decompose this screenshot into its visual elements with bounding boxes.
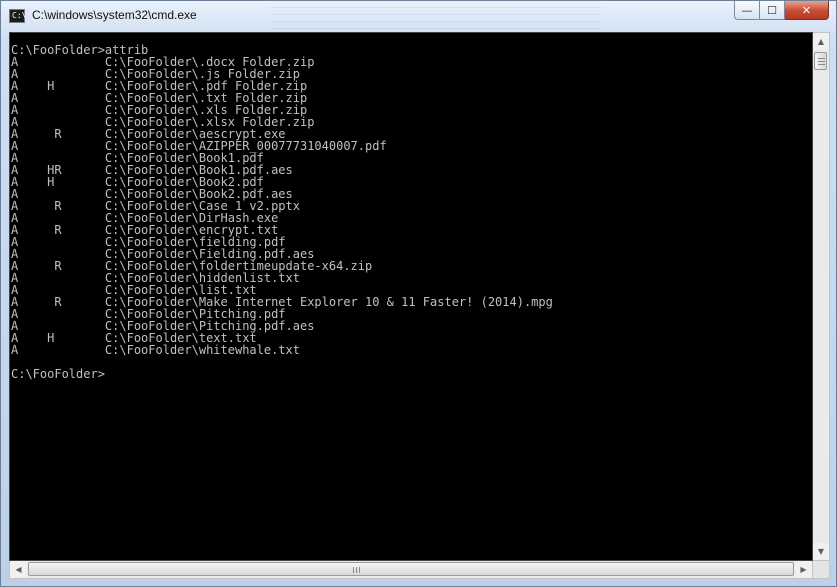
- vertical-scrollbar[interactable]: ▲ ▼: [813, 32, 830, 561]
- grip-line: [818, 61, 825, 62]
- arrow-left-icon: ◀: [15, 565, 22, 574]
- grip-icon: [353, 567, 361, 573]
- console-line: C:\FooFolder>: [11, 367, 105, 381]
- console-lines: C:\FooFolder>attrib A C:\FooFolder\.docx …: [11, 44, 553, 380]
- grip-line: [818, 58, 825, 59]
- cmd-icon[interactable]: C:\: [9, 9, 26, 23]
- horizontal-scrollbar[interactable]: ◀ ▶: [9, 561, 813, 579]
- caption-buttons: — ☐ ✕: [734, 1, 829, 21]
- minimize-icon: —: [741, 3, 753, 17]
- title-bar[interactable]: C:\ C:\windows\system32\cmd.exe — ☐ ✕: [1, 1, 836, 32]
- scroll-left-button[interactable]: ◀: [10, 561, 27, 578]
- grip-line: [818, 64, 825, 65]
- arrow-up-icon: ▲: [817, 37, 825, 46]
- window-title: C:\windows\system32\cmd.exe: [32, 8, 197, 22]
- scroll-up-button[interactable]: ▲: [813, 33, 829, 50]
- close-button[interactable]: ✕: [785, 1, 829, 20]
- console-line: A C:\FooFolder\whitewhale.txt: [11, 343, 300, 357]
- console-output[interactable]: C:\FooFolder>attrib A C:\FooFolder\.docx …: [9, 32, 813, 561]
- maximize-icon: ☐: [767, 3, 777, 17]
- vertical-scroll-thumb[interactable]: [814, 52, 827, 70]
- close-icon: ✕: [801, 3, 812, 17]
- background-window-ghost: [271, 1, 601, 32]
- arrow-down-icon: ▼: [817, 547, 825, 556]
- scroll-down-button[interactable]: ▼: [813, 543, 829, 560]
- scroll-right-button[interactable]: ▶: [795, 561, 812, 578]
- horizontal-scroll-thumb[interactable]: [28, 562, 794, 576]
- maximize-button[interactable]: ☐: [760, 1, 785, 20]
- minimize-button[interactable]: —: [734, 1, 760, 20]
- scrollbar-corner: [813, 561, 830, 579]
- cmd-window: C:\ C:\windows\system32\cmd.exe — ☐ ✕ C:…: [0, 0, 837, 587]
- arrow-right-icon: ▶: [800, 565, 807, 574]
